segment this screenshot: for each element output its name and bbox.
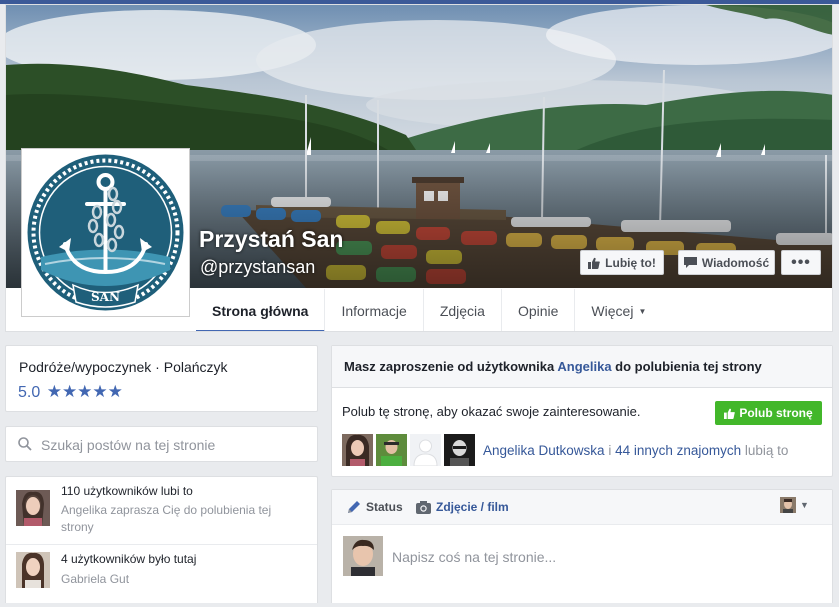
search-icon — [18, 437, 32, 451]
friends-suffix: lubią to — [741, 443, 789, 458]
page-header: Przystań San @przystansan Lubię to! Wiad… — [5, 4, 833, 332]
tab-home[interactable]: Strona główna — [196, 289, 326, 331]
post-composer: Status Zdjęcie / film ▼ — [331, 489, 833, 607]
avatar[interactable] — [343, 536, 383, 576]
composer-status-tab[interactable]: Status — [347, 500, 403, 514]
post-search-box[interactable]: Szukaj postów na tej stronie — [5, 426, 318, 462]
tab-reviews-label: Opinie — [517, 303, 559, 319]
tab-reviews[interactable]: Opinie — [502, 289, 576, 331]
more-options-button[interactable]: ••• — [781, 250, 821, 275]
thumbs-up-icon — [724, 408, 736, 419]
search-input[interactable]: Szukaj postów na tej stronie — [41, 437, 215, 453]
camera-icon — [416, 500, 431, 514]
invite-note: Angelika zaprasza Cię do polubienia tej … — [61, 503, 272, 534]
page-title[interactable]: Przystań San — [199, 226, 343, 253]
star-rating-icon: ★★★★★ — [46, 382, 123, 401]
friends-like-text: Angelika Dutkowska i 44 innych znajomych… — [483, 443, 788, 458]
invite-prompt: Polub tę stronę, aby okazać swoje zainte… — [342, 404, 641, 419]
profile-picture[interactable]: SAN — [21, 148, 190, 317]
more-options-dots: ••• — [791, 253, 811, 271]
invite-title: Masz zaproszenie od użytkownika Angelika… — [344, 359, 762, 374]
avatar[interactable] — [16, 490, 50, 526]
inviter-link[interactable]: Angelika — [557, 359, 611, 374]
invite-title-prefix: Masz zaproszenie od użytkownika — [344, 359, 558, 374]
composer-photo-tab[interactable]: Zdjęcie / film — [416, 500, 509, 514]
post-as-selector[interactable]: ▼ — [780, 497, 809, 513]
thumbs-up-icon — [588, 257, 601, 269]
tab-home-label: Strona główna — [212, 303, 309, 319]
tab-photos-label: Zdjęcia — [439, 303, 485, 319]
photo-tab-label: Zdjęcie / film — [436, 500, 509, 514]
page-nav: Strona główna Informacje Zdjęcia Opinie … — [196, 289, 662, 331]
page-info-card: Podróże/wypoczynek · Polańczyk 5.0 ★★★★★ — [5, 345, 318, 412]
tab-about-label: Informacje — [341, 303, 407, 319]
like-page-green-label: Polub stronę — [739, 406, 813, 420]
tab-photos[interactable]: Zdjęcia — [424, 289, 502, 331]
likes-count[interactable]: 110 użytkowników lubi to — [61, 484, 193, 498]
checkin-user[interactable]: Gabriela Gut — [61, 571, 301, 588]
list-item[interactable]: 110 użytkowników lubi to Angelika zapras… — [6, 477, 317, 544]
tab-about[interactable]: Informacje — [325, 289, 424, 331]
page-category[interactable]: Podróże/wypoczynek · Polańczyk — [19, 359, 228, 375]
post-text-field[interactable] — [390, 538, 814, 576]
friend-avatar[interactable] — [410, 434, 441, 466]
invite-header: Masz zaproszenie od użytkownika Angelika… — [332, 346, 832, 388]
like-page-button[interactable]: Lubię to! — [580, 250, 664, 275]
invite-card: Masz zaproszenie od użytkownika Angelika… — [331, 345, 833, 477]
message-button[interactable]: Wiadomość — [678, 250, 775, 275]
caret-down-icon: ▼ — [638, 306, 647, 316]
tab-more-label: Więcej — [591, 303, 634, 319]
friend-avatar[interactable] — [342, 434, 373, 466]
friends-and: i — [604, 443, 616, 458]
message-icon — [683, 256, 697, 268]
friend-avatar[interactable] — [444, 434, 475, 466]
like-page-label: Lubię to! — [605, 255, 656, 270]
message-label: Wiadomość — [701, 255, 770, 270]
avatar[interactable] — [16, 552, 50, 588]
tab-more[interactable]: Więcej ▼ — [575, 289, 662, 331]
composer-header: Status Zdjęcie / film ▼ — [332, 490, 832, 525]
friend-avatar[interactable] — [376, 434, 407, 466]
pencil-icon — [348, 501, 360, 513]
activity-card: 110 użytkowników lubi to Angelika zapras… — [5, 476, 318, 607]
rating-value: 5.0 — [18, 384, 41, 401]
friend-name-link[interactable]: Angelika Dutkowska — [483, 443, 605, 458]
invite-title-suffix: do polubienia tej strony — [611, 359, 762, 374]
other-friends-link[interactable]: 44 innych znajomych — [615, 443, 741, 458]
list-item[interactable]: 4 użytkowników było tutaj Gabriela Gut — [6, 544, 317, 607]
checkins-count[interactable]: 4 użytkowników było tutaj — [61, 552, 196, 566]
page-rating[interactable]: 5.0 ★★★★★ — [18, 382, 123, 402]
like-page-green-button[interactable]: Polub stronę — [715, 401, 822, 425]
bottom-border — [0, 603, 839, 607]
caret-down-icon: ▼ — [800, 500, 809, 510]
avatar — [780, 497, 796, 513]
anchor-logo: SAN — [25, 152, 186, 313]
logo-text: SAN — [91, 290, 120, 304]
page-handle[interactable]: @przystansan — [200, 257, 315, 278]
status-tab-label: Status — [366, 500, 403, 514]
